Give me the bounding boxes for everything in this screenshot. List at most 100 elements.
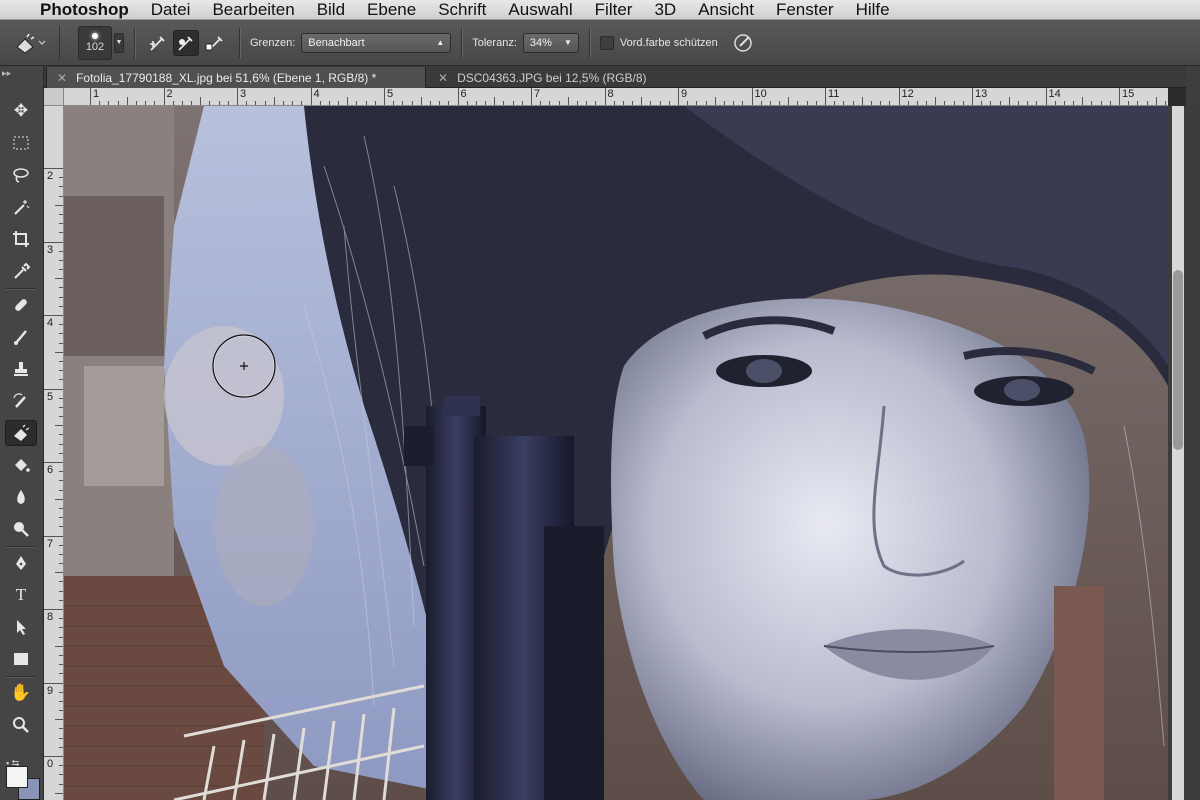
ruler-minor-tick bbox=[59, 223, 63, 225]
ruler-minor-tick bbox=[567, 97, 569, 105]
blur-tool[interactable] bbox=[5, 484, 37, 510]
tab-dsc04363[interactable]: ✕ DSC04363.JPG bei 12,5% (RGB/8) bbox=[428, 67, 668, 88]
ruler-label: 3 bbox=[240, 88, 247, 100]
ruler-minor-tick bbox=[356, 101, 358, 105]
ruler-minor-tick bbox=[944, 101, 946, 105]
vertical-scrollbar[interactable] bbox=[1172, 106, 1184, 800]
history-brush-tool[interactable] bbox=[5, 388, 37, 414]
ruler-minor-tick bbox=[59, 526, 63, 528]
ruler-minor-tick bbox=[723, 101, 725, 105]
ruler-minor-tick bbox=[926, 101, 928, 105]
protect-foreground-checkbox[interactable] bbox=[599, 35, 614, 50]
pressure-size-button[interactable] bbox=[730, 30, 756, 56]
ruler-minor-tick bbox=[962, 101, 964, 105]
tab-fotolia[interactable]: ✕ Fotolia_17790188_XL.jpg bei 51,6% (Ebe… bbox=[46, 67, 426, 88]
ruler-minor-tick bbox=[59, 379, 63, 381]
background-eraser-tool[interactable] bbox=[5, 420, 37, 446]
protect-foreground-label: Vord.farbe schützen bbox=[619, 36, 718, 49]
menu-auswahl[interactable]: Auswahl bbox=[508, 0, 572, 20]
lasso-tool[interactable] bbox=[5, 162, 37, 188]
tab-title: Fotolia_17790188_XL.jpg bei 51,6% (Ebene… bbox=[76, 70, 377, 85]
move-tool[interactable]: ✥ bbox=[5, 98, 37, 124]
ruler-tick bbox=[457, 88, 459, 105]
brush-size-picker[interactable]: 102 bbox=[78, 25, 112, 60]
type-tool[interactable]: T bbox=[5, 582, 37, 608]
close-icon[interactable]: ✕ bbox=[57, 71, 67, 85]
ruler-minor-tick bbox=[402, 101, 404, 105]
healing-icon bbox=[15, 299, 27, 311]
ruler-tick bbox=[44, 682, 63, 684]
ruler-label: 6 bbox=[460, 88, 467, 100]
tool-preset-picker[interactable] bbox=[0, 25, 60, 60]
ruler-minor-tick bbox=[338, 101, 340, 105]
zoom-icon bbox=[13, 717, 29, 733]
ruler-minor-tick bbox=[59, 452, 63, 454]
vertical-ruler[interactable]: 2 3 4 5 6 7 8 9 0 bbox=[44, 106, 64, 800]
ruler-minor-tick bbox=[55, 204, 63, 206]
ruler-label: 10 bbox=[754, 88, 767, 100]
menu-schrift[interactable]: Schrift bbox=[438, 0, 486, 20]
brush-icon bbox=[14, 330, 27, 345]
zoom-tool[interactable] bbox=[5, 712, 37, 738]
brush-tool[interactable] bbox=[5, 324, 37, 350]
sampling-background-swatch-button[interactable] bbox=[201, 30, 227, 56]
ruler-minor-tick bbox=[429, 101, 431, 105]
crop-tool[interactable] bbox=[5, 226, 37, 252]
rectangle-tool[interactable] bbox=[5, 646, 37, 672]
ruler-tick bbox=[90, 88, 91, 105]
magic-wand-tool[interactable] bbox=[5, 194, 37, 220]
foreground-color-swatch[interactable] bbox=[6, 766, 28, 788]
menu-datei[interactable]: Datei bbox=[151, 0, 191, 20]
ruler-minor-tick bbox=[935, 97, 937, 105]
ruler-minor-tick bbox=[59, 553, 63, 555]
ruler-minor-tick bbox=[59, 471, 63, 473]
ruler-minor-tick bbox=[191, 101, 193, 105]
ruler-minor-tick bbox=[108, 101, 110, 105]
ruler-minor-tick bbox=[779, 101, 781, 105]
ruler-minor-tick bbox=[145, 101, 147, 105]
menu-bild[interactable]: Bild bbox=[317, 0, 345, 20]
history-brush-icon bbox=[13, 393, 26, 408]
ruler-corner[interactable] bbox=[44, 88, 64, 106]
brush-picker-arrow[interactable]: ▼ bbox=[114, 32, 124, 53]
path-select-tool[interactable] bbox=[5, 614, 37, 640]
horizontal-ruler[interactable]: 1 2 3 4 5 6 7 8 9 10 11 12 13 14 15 bbox=[64, 88, 1168, 106]
pen-tool[interactable] bbox=[5, 550, 37, 576]
ruler-minor-tick bbox=[1082, 97, 1084, 105]
divider bbox=[134, 27, 135, 58]
menu-ebene[interactable]: Ebene bbox=[367, 0, 416, 20]
ruler-minor-tick bbox=[59, 737, 63, 739]
vertical-scrollbar-thumb[interactable] bbox=[1173, 270, 1183, 450]
menu-fenster[interactable]: Fenster bbox=[776, 0, 834, 20]
ruler-minor-tick bbox=[742, 101, 744, 105]
stamp-tool[interactable] bbox=[5, 356, 37, 382]
grenzen-select[interactable]: Benachbart ▲ bbox=[301, 32, 452, 53]
ruler-minor-tick bbox=[328, 101, 330, 105]
ruler-minor-tick bbox=[59, 360, 63, 362]
ruler-minor-tick bbox=[595, 101, 597, 105]
sampling-continuous-button[interactable] bbox=[145, 30, 171, 56]
menu-filter[interactable]: Filter bbox=[595, 0, 633, 20]
eyedropper-tool[interactable] bbox=[5, 258, 37, 284]
hand-tool[interactable]: ✋ bbox=[5, 680, 37, 706]
ruler-minor-tick bbox=[59, 691, 63, 693]
collapse-arrows-icon[interactable]: ▸▸ bbox=[2, 68, 11, 79]
menu-3d[interactable]: 3D bbox=[654, 0, 676, 20]
healing-tool[interactable] bbox=[5, 292, 37, 318]
dodge-tool[interactable] bbox=[5, 516, 37, 542]
ruler-minor-tick bbox=[55, 278, 63, 280]
document-canvas[interactable] bbox=[64, 106, 1168, 800]
ruler-minor-tick bbox=[870, 101, 872, 105]
marquee-tool[interactable] bbox=[5, 130, 37, 156]
sampling-once-button[interactable] bbox=[173, 29, 199, 56]
menu-app-name[interactable]: Photoshop bbox=[40, 0, 129, 20]
menu-ansicht[interactable]: Ansicht bbox=[698, 0, 754, 20]
close-icon[interactable]: ✕ bbox=[438, 71, 448, 85]
paint-bucket-tool[interactable] bbox=[5, 452, 37, 478]
menu-hilfe[interactable]: Hilfe bbox=[856, 0, 890, 20]
ruler-minor-tick bbox=[227, 101, 229, 105]
ruler-minor-tick bbox=[1155, 97, 1157, 105]
toleranz-field[interactable]: 34% ▼ bbox=[522, 32, 579, 53]
menu-bearbeiten[interactable]: Bearbeiten bbox=[212, 0, 294, 20]
ruler-minor-tick bbox=[55, 572, 63, 574]
